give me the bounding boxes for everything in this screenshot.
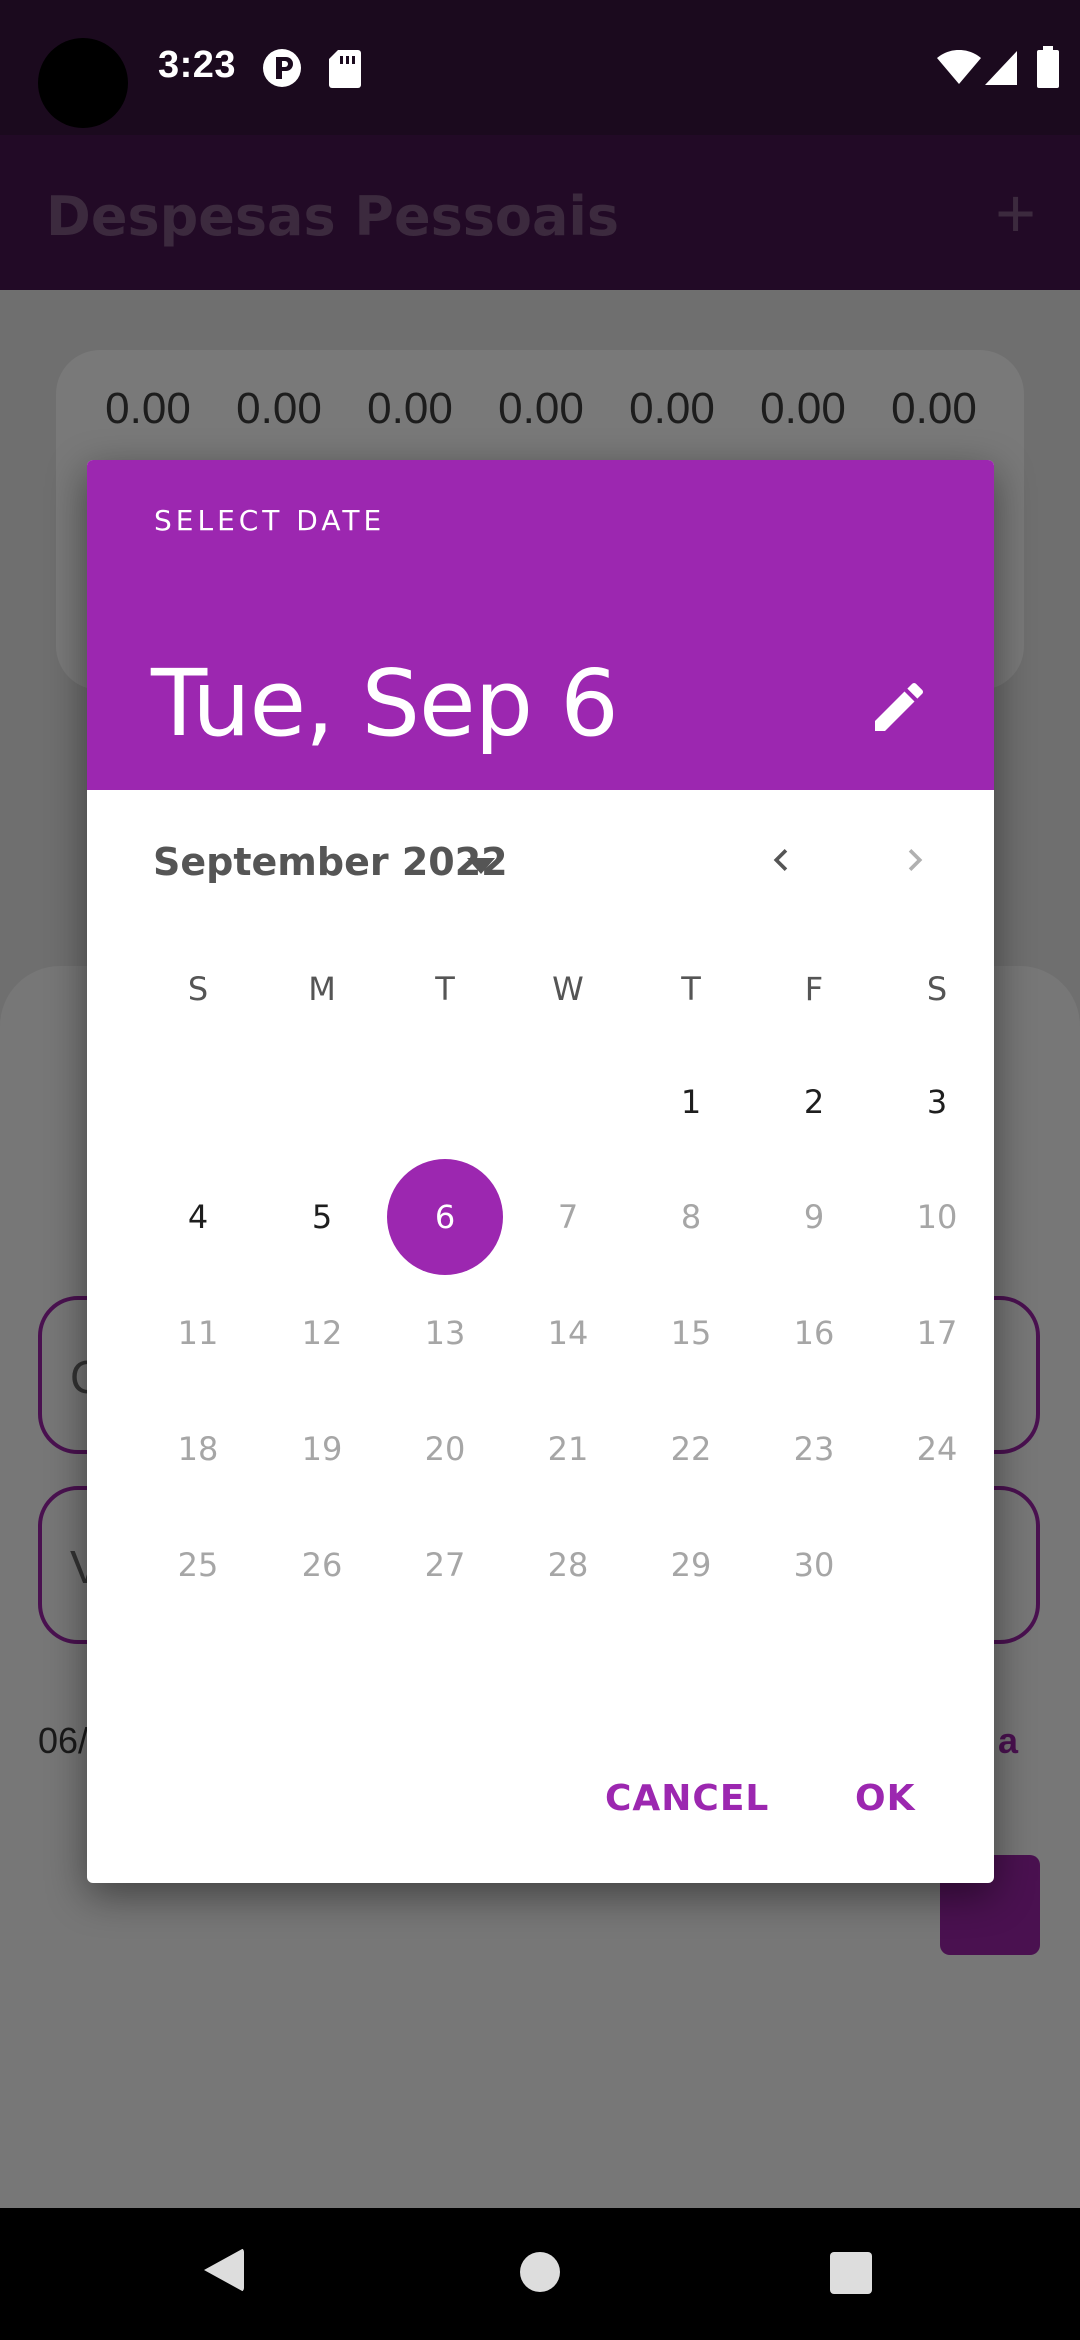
home-icon[interactable] [520,2252,560,2292]
selected-date-headline: Tue, Sep 6 [151,650,619,757]
choose-date-button[interactable]: a [998,1720,1018,1762]
calendar-day: 25 [177,1546,219,1584]
status-bar: 3:23 [0,0,1080,135]
calendar-day: 10 [916,1198,958,1236]
calendar-day: 14 [547,1314,589,1352]
calendar-day: 16 [793,1314,835,1352]
chart-value: 0.00 [236,384,322,433]
chart-value: 0.00 [367,384,453,433]
cancel-button[interactable]: CANCEL [605,1778,769,1819]
weekday-label: M [308,970,336,1008]
navigation-bar [0,2208,1080,2340]
app-bar: Despesas Pessoais + [0,135,1080,290]
weekday-label: F [804,970,824,1008]
back-icon[interactable] [204,2248,244,2292]
camera-cutout [38,38,128,128]
calendar-day[interactable]: 5 [264,1159,380,1275]
recents-icon[interactable] [830,2252,872,2294]
calendar-day: 27 [424,1546,466,1584]
date-picker-header: SELECT DATE Tue, Sep 6 [87,460,994,790]
weekday-label: W [552,970,584,1008]
calendar-day: 21 [547,1430,589,1468]
chart-value: 0.00 [760,384,846,433]
sd-card-icon [329,50,361,88]
ok-button[interactable]: OK [855,1778,916,1819]
chart-value: 0.00 [891,384,977,433]
calendar-day: 19 [301,1430,343,1468]
dropdown-arrow-icon[interactable] [461,850,501,880]
weekday-label: S [926,970,948,1008]
calendar-day: 22 [670,1430,712,1468]
calendar-day[interactable]: 2 [756,1044,872,1160]
add-expense-button[interactable]: + [995,173,1036,253]
calendar-day: 11 [177,1314,219,1352]
calendar-day[interactable]: 3 [879,1044,994,1160]
calendar-day: 15 [670,1314,712,1352]
calendar-day: 13 [424,1314,466,1352]
calendar-day: 17 [916,1314,958,1352]
chevron-right-icon[interactable] [893,838,937,882]
app-title: Despesas Pessoais [46,185,620,248]
calendar-day: 18 [177,1430,219,1468]
calendar-day[interactable]: 1 [633,1044,749,1160]
calendar-day[interactable]: 4 [140,1159,256,1275]
selected-date-text: 06/ [38,1720,89,1761]
calendar-day-selected[interactable]: 6 [387,1159,503,1275]
calendar-day: 8 [680,1198,702,1236]
calendar-day: 28 [547,1546,589,1584]
date-picker-dialog: SELECT DATE Tue, Sep 6 September 2022 S M… [87,460,994,1883]
chevron-left-icon[interactable] [759,838,803,882]
calendar-day: 9 [803,1198,825,1236]
battery-icon [1037,46,1059,88]
signal-icon [985,51,1017,85]
calendar-day: 20 [424,1430,466,1468]
dialog-caption: SELECT DATE [154,504,386,537]
month-year-selector[interactable]: September 2022 [153,840,508,884]
chart-value: 0.00 [629,384,715,433]
chart-value: 0.00 [498,384,584,433]
calendar-day: 12 [301,1314,343,1352]
calendar-day: 26 [301,1546,343,1584]
wifi-icon [937,50,981,84]
weekday-label: T [435,970,455,1008]
weekday-label: S [187,970,209,1008]
weekday-label: T [681,970,701,1008]
calendar-day: 7 [557,1198,579,1236]
calendar-day: 30 [793,1546,835,1584]
calendar-day: 24 [916,1430,958,1468]
status-time: 3:23 [158,44,237,86]
calendar-day: 29 [670,1546,712,1584]
month-navigation: September 2022 [87,790,994,930]
chart-value: 0.00 [105,384,191,433]
edit-pencil-icon[interactable] [867,675,931,739]
calendar-day: 23 [793,1430,835,1468]
notification-p-icon [263,49,301,87]
